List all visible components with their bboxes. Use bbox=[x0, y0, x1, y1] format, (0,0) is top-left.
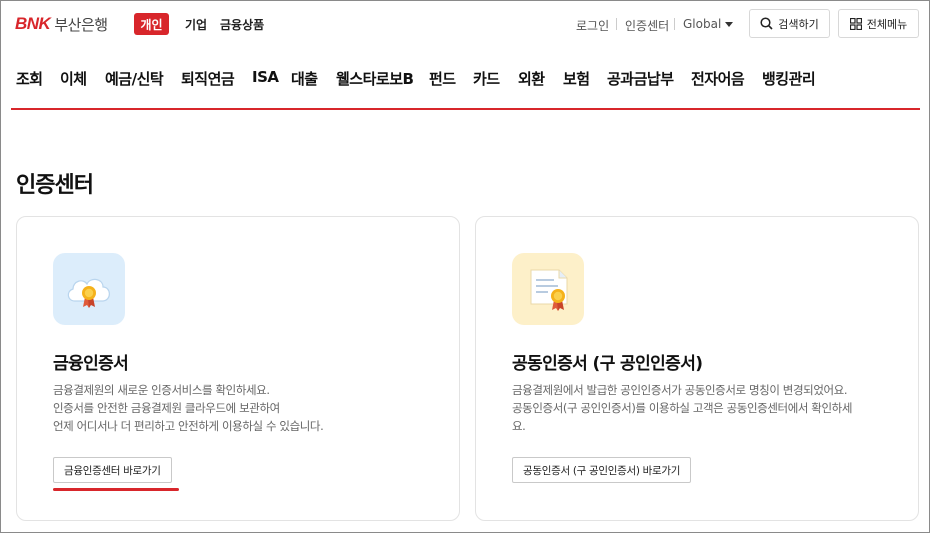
card-description: 금융결제원에서 발급한 공인인증서가 공동인증서로 명칭이 변경되었어요. 공동… bbox=[512, 381, 852, 435]
nav-item-card[interactable]: 카드 bbox=[473, 68, 500, 89]
caret-down-icon bbox=[725, 22, 734, 27]
login-link[interactable]: 로그인 bbox=[576, 17, 609, 34]
card-description: 금융결제원의 새로운 인증서비스를 확인하세요. 인증서를 안전한 금융결제원 … bbox=[53, 381, 324, 435]
nav-item-fund[interactable]: 펀드 bbox=[429, 68, 456, 89]
bnk-logo[interactable]: BNK 부산은행 bbox=[15, 13, 108, 35]
nav-item-loan[interactable]: 대출 bbox=[291, 68, 318, 89]
nav-item-deposit-trust[interactable]: 예금/신탁 bbox=[105, 68, 164, 89]
util-divider bbox=[674, 18, 675, 30]
desc-line: 공동인증서(구 공인인증서)를 이용하실 고객은 공동인증센터에서 확인하세 bbox=[512, 401, 853, 415]
nav-item-banking-management[interactable]: 뱅킹관리 bbox=[762, 68, 816, 89]
search-button[interactable]: 검색하기 bbox=[749, 9, 830, 38]
nav-item-pension[interactable]: 퇴직연금 bbox=[181, 68, 235, 89]
nav-item-inquiry[interactable]: 조회 bbox=[16, 68, 43, 89]
main-nav: 조회 이체 예금/신탁 퇴직연금 ISA 대출 웰스타로보B 펀드 카드 외환 … bbox=[1, 49, 929, 109]
nav-divider bbox=[11, 108, 920, 110]
desc-line: 금융결제원의 새로운 인증서비스를 확인하세요. bbox=[53, 383, 270, 397]
cert-center-link[interactable]: 인증센터 bbox=[625, 17, 669, 34]
segment-personal-tab[interactable]: 개인 bbox=[134, 13, 169, 35]
segment-products-tab[interactable]: 금융상품 bbox=[220, 16, 264, 33]
card-title: 금융인증서 bbox=[53, 354, 129, 374]
nav-item-robo-advisor[interactable]: 웰스타로보B bbox=[336, 68, 414, 89]
desc-line: 언제 어디서나 더 편리하고 안전하게 이용하실 수 있습니다. bbox=[53, 419, 324, 433]
joint-cert-center-button[interactable]: 공동인증서 (구 공인인증서) 바로가기 bbox=[512, 457, 692, 483]
all-menu-label: 전체메뉴 bbox=[866, 17, 908, 31]
document-certificate-icon bbox=[512, 253, 584, 325]
nav-item-insurance[interactable]: 보험 bbox=[563, 68, 590, 89]
logo-mark: BNK bbox=[15, 14, 51, 33]
logo-text: 부산은행 bbox=[54, 15, 108, 34]
financial-cert-center-button[interactable]: 금융인증센터 바로가기 bbox=[53, 457, 172, 483]
card-title: 공동인증서 (구 공인인증서) bbox=[512, 354, 703, 374]
joint-cert-card: 공동인증서 (구 공인인증서) 금융결제원에서 발급한 공인인증서가 공동인증서… bbox=[475, 216, 919, 521]
cloud-certificate-icon bbox=[53, 253, 125, 325]
all-menu-button[interactable]: 전체메뉴 bbox=[838, 9, 919, 38]
desc-line: 금융결제원에서 발급한 공인인증서가 공동인증서로 명칭이 변경되었어요. bbox=[512, 383, 848, 397]
grid-menu-icon bbox=[849, 17, 862, 30]
focus-underline bbox=[53, 488, 179, 491]
top-bar: BNK 부산은행 개인 기업 금융상품 로그인 인증센터 Global 검색하기… bbox=[1, 1, 929, 49]
global-label: Global bbox=[683, 17, 722, 31]
nav-item-transfer[interactable]: 이체 bbox=[60, 68, 87, 89]
global-dropdown[interactable]: Global bbox=[683, 17, 734, 31]
nav-item-isa[interactable]: ISA bbox=[252, 68, 279, 86]
search-icon bbox=[760, 17, 773, 30]
browser-frame: BNK 부산은행 개인 기업 금융상품 로그인 인증센터 Global 검색하기… bbox=[0, 0, 930, 533]
desc-line: 요. bbox=[512, 419, 526, 433]
desc-line: 인증서를 안전한 금융결제원 클라우드에 보관하여 bbox=[53, 401, 280, 415]
nav-item-e-bill[interactable]: 전자어음 bbox=[691, 68, 745, 89]
nav-item-forex[interactable]: 외환 bbox=[518, 68, 545, 89]
segment-business-tab[interactable]: 기업 bbox=[185, 16, 207, 33]
nav-item-utility-bills[interactable]: 공과금납부 bbox=[607, 68, 674, 89]
util-divider bbox=[616, 18, 617, 30]
search-label: 검색하기 bbox=[778, 17, 819, 31]
financial-cert-card: 금융인증서 금융결제원의 새로운 인증서비스를 확인하세요. 인증서를 안전한 … bbox=[16, 216, 460, 521]
page-title: 인증센터 bbox=[16, 173, 94, 198]
